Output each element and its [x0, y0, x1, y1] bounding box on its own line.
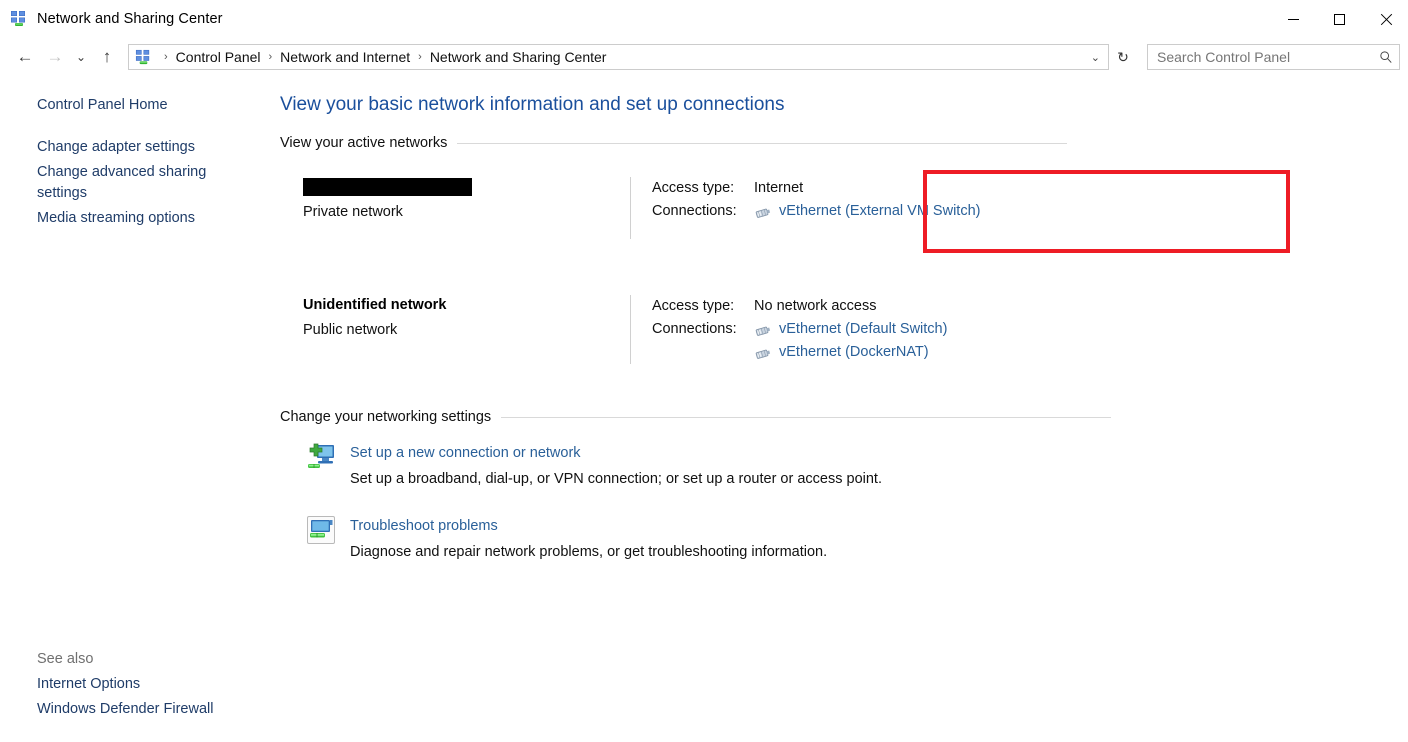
- title-bar: Network and Sharing Center: [0, 0, 1408, 38]
- connections-line: Connections:: [652, 318, 947, 364]
- connections-label: Connections:: [652, 321, 737, 337]
- page-title: View your basic network information and …: [280, 94, 785, 115]
- sidebar-item-control-panel-home[interactable]: Control Panel Home: [0, 93, 252, 118]
- task-row-troubleshoot[interactable]: Troubleshoot problems Diagnose and repai…: [280, 514, 1408, 563]
- window-controls: [1270, 0, 1408, 38]
- connection-link[interactable]: vEthernet (Default Switch): [779, 318, 947, 341]
- recent-locations-button[interactable]: ⌄: [70, 42, 92, 72]
- close-icon: [1379, 13, 1392, 26]
- breadcrumb-item-control-panel[interactable]: Control Panel: [174, 49, 263, 65]
- connection-link[interactable]: vEthernet (DockerNAT): [779, 341, 929, 364]
- forward-arrow-icon: →: [46, 47, 64, 66]
- set-up-connection-link[interactable]: Set up a new connection or network: [350, 442, 581, 464]
- network-details: Access type: No network access Connectio…: [630, 295, 947, 364]
- redaction-bar: [303, 178, 472, 197]
- section-divider: [457, 142, 1068, 144]
- main-panel: View your basic network information and …: [280, 76, 1408, 742]
- refresh-icon: ↻: [1117, 48, 1129, 65]
- network-profile-type: Public network: [303, 322, 398, 338]
- main-inner: View your active networks Private networ…: [280, 135, 1408, 563]
- task-text: Troubleshoot problems Diagnose and repai…: [350, 514, 827, 563]
- ethernet-icon: [754, 346, 772, 360]
- change-settings-heading: Change your networking settings: [280, 409, 1408, 425]
- troubleshoot-description: Diagnose and repair network problems, or…: [350, 544, 828, 560]
- ethernet-icon: [754, 323, 772, 337]
- connections-label: Connections:: [652, 203, 737, 219]
- ethernet-icon: [754, 205, 772, 219]
- access-type-line: Access type: Internet: [652, 177, 980, 200]
- network-details: Access type: Internet Connections: vEthe…: [630, 177, 980, 239]
- refresh-button[interactable]: ↻: [1110, 44, 1136, 70]
- connection-item[interactable]: vEthernet (External VM Switch): [754, 200, 980, 223]
- connections-line: Connections:: [652, 200, 980, 223]
- forward-button[interactable]: →: [40, 42, 70, 72]
- address-toolbar: ← → ⌄ ↑ › Control Panel › Network and In…: [0, 38, 1408, 76]
- network-identity: Unidentified network Public network: [280, 295, 630, 340]
- see-also-heading: See also: [37, 651, 94, 667]
- address-dropdown-icon[interactable]: ⌄: [1083, 51, 1108, 64]
- network-profile-type: Private network: [303, 204, 403, 220]
- access-type-label: Access type:: [652, 298, 735, 314]
- active-network-row: Unidentified network Public network Acce…: [280, 295, 1408, 364]
- minimize-icon: [1287, 18, 1299, 20]
- connection-item[interactable]: vEthernet (DockerNAT): [754, 341, 947, 364]
- breadcrumb-separator: ›: [268, 51, 273, 63]
- sidebar-item-windows-defender-firewall[interactable]: Windows Defender Firewall: [0, 697, 252, 722]
- section-divider: [501, 416, 1112, 418]
- maximize-button[interactable]: [1316, 0, 1362, 38]
- search-box[interactable]: Search Control Panel: [1147, 44, 1400, 70]
- task-text: Set up a new connection or network Set u…: [350, 441, 882, 490]
- access-type-line: Access type: No network access: [652, 295, 947, 318]
- content-area: Control Panel Home Change adapter settin…: [0, 76, 1408, 742]
- connections-list: vEthernet (Default Switch) vEthernet (Do…: [754, 318, 947, 364]
- connection-item[interactable]: vEthernet (Default Switch): [754, 318, 947, 341]
- sidebar: Control Panel Home Change adapter settin…: [0, 76, 280, 742]
- up-button[interactable]: ↑: [92, 42, 122, 72]
- network-sharing-icon: [10, 10, 28, 28]
- up-arrow-icon: ↑: [102, 47, 112, 66]
- breadcrumb-separator: ›: [418, 51, 422, 63]
- window-title: Network and Sharing Center: [37, 11, 223, 27]
- active-networks-label: View your active networks: [280, 135, 448, 151]
- active-networks-heading: View your active networks: [280, 135, 1408, 151]
- access-type-value: No network access: [754, 298, 877, 314]
- troubleshoot-icon: [305, 514, 337, 546]
- address-bar[interactable]: › Control Panel › Network and Internet ›…: [128, 44, 1109, 70]
- active-network-row: Private network Access type: Internet Co…: [280, 170, 1408, 253]
- access-type-value: Internet: [754, 180, 804, 196]
- change-settings-label: Change your networking settings: [280, 409, 492, 425]
- sidebar-item-internet-options[interactable]: Internet Options: [0, 672, 252, 697]
- minimize-button[interactable]: [1270, 0, 1316, 38]
- back-button[interactable]: ←: [10, 42, 40, 72]
- task-row-set-up-connection[interactable]: Set up a new connection or network Set u…: [280, 441, 1408, 490]
- back-arrow-icon: ←: [16, 47, 34, 66]
- search-input[interactable]: Search Control Panel: [1148, 49, 1373, 65]
- maximize-icon: [1333, 13, 1345, 25]
- breadcrumb-item-network-and-sharing-center[interactable]: Network and Sharing Center: [428, 49, 609, 65]
- sidebar-item-change-adapter-settings[interactable]: Change adapter settings: [0, 135, 252, 160]
- connections-list: vEthernet (External VM Switch): [754, 200, 980, 223]
- breadcrumb-separator: ›: [164, 51, 168, 63]
- network-sharing-icon: [135, 49, 152, 66]
- network-name-redacted: [303, 177, 630, 197]
- access-type-label: Access type:: [652, 180, 735, 196]
- chevron-down-icon: ⌄: [75, 50, 87, 64]
- troubleshoot-link[interactable]: Troubleshoot problems: [350, 515, 498, 537]
- set-up-connection-description: Set up a broadband, dial-up, or VPN conn…: [350, 471, 882, 487]
- new-connection-icon: [305, 441, 337, 473]
- search-icon: [1373, 50, 1399, 64]
- network-identity: Private network: [280, 177, 630, 222]
- sidebar-item-media-streaming-options[interactable]: Media streaming options: [0, 206, 252, 231]
- connection-link[interactable]: vEthernet (External VM Switch): [779, 200, 980, 223]
- close-button[interactable]: [1362, 0, 1408, 38]
- breadcrumb-item-network-and-internet[interactable]: Network and Internet: [278, 49, 412, 65]
- sidebar-item-change-advanced-sharing-settings[interactable]: Change advanced sharing settings: [0, 160, 252, 206]
- see-also-section: See also Internet Options Windows Defend…: [0, 647, 280, 722]
- network-name: Unidentified network: [303, 297, 447, 313]
